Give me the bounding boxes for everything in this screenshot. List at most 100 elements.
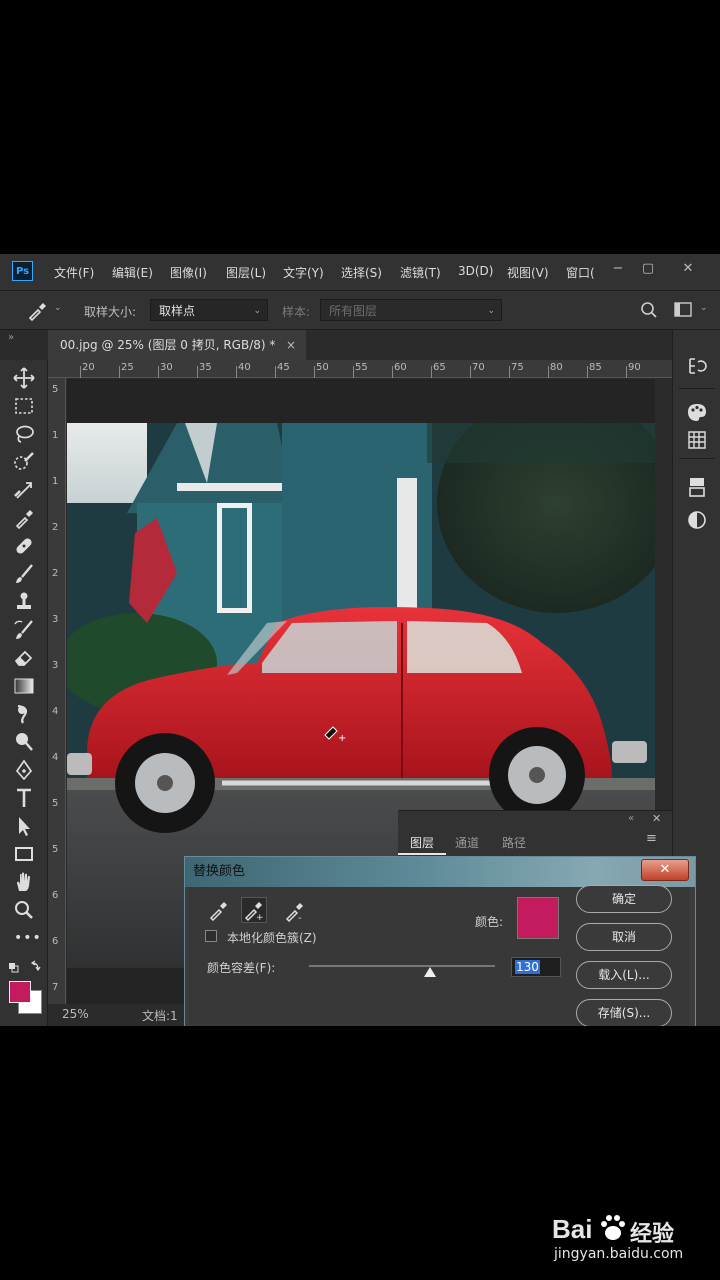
- menu-view[interactable]: 视图(V): [507, 264, 549, 281]
- search-icon[interactable]: [640, 301, 658, 319]
- ruler-tick-label: 1: [52, 476, 59, 487]
- dialog-close-button[interactable]: ✕: [641, 859, 689, 881]
- ruler-tick-label: 6: [52, 890, 59, 901]
- sample-label: 样本:: [282, 305, 311, 319]
- dodge-tool-icon[interactable]: [12, 730, 36, 754]
- lasso-tool-icon[interactable]: [12, 422, 36, 446]
- ruler-tick: [275, 366, 276, 378]
- options-bar: ⌄ 取样大小: 取样点 ⌄ 样本: 所有图层 ⌄ ⌄: [0, 290, 720, 330]
- horizontal-ruler: 20 25 30 35 40 45 50 55 60 65 70 75 80 85 90: [48, 360, 672, 378]
- save-button[interactable]: 存储(S)...: [576, 999, 672, 1026]
- ruler-tick: [353, 366, 354, 378]
- blur-tool-icon[interactable]: [12, 702, 36, 726]
- path-selection-tool-icon[interactable]: [12, 814, 36, 838]
- ruler-tick-label: 5: [52, 844, 59, 855]
- quick-selection-tool-icon[interactable]: [12, 450, 36, 474]
- more-tools-icon[interactable]: •••: [14, 930, 42, 946]
- history-panel-icon[interactable]: [687, 356, 707, 376]
- tab-paths[interactable]: 路径: [502, 834, 526, 851]
- zoom-tool-icon[interactable]: [12, 898, 36, 922]
- menu-file[interactable]: 文件(F): [54, 264, 94, 281]
- adjustments-panel-icon[interactable]: [687, 510, 707, 530]
- menu-window[interactable]: 窗口(: [566, 264, 595, 281]
- foreground-color-swatch[interactable]: [9, 981, 31, 1003]
- menu-edit[interactable]: 编辑(E): [112, 264, 153, 281]
- fuzziness-label: 颜色容差(F):: [207, 961, 276, 975]
- add-to-sample-button[interactable]: +: [241, 897, 267, 923]
- load-button[interactable]: 载入(L)...: [576, 961, 672, 989]
- healing-brush-tool-icon[interactable]: [12, 534, 36, 558]
- eraser-tool-icon[interactable]: [12, 646, 36, 670]
- ruler-tick-label: 75: [511, 362, 524, 373]
- sample-size-select[interactable]: 取样点 ⌄: [150, 299, 268, 321]
- ruler-tick-label: 40: [238, 362, 251, 373]
- dialog-title-bar[interactable]: 替换颜色 ✕: [185, 857, 695, 887]
- move-tool-icon[interactable]: [12, 366, 36, 390]
- ruler-tick-label: 70: [472, 362, 485, 373]
- eyedropper-icon[interactable]: [207, 899, 229, 921]
- fuzziness-slider-thumb[interactable]: [423, 967, 436, 977]
- minimize-button[interactable]: −: [606, 258, 630, 280]
- ruler-tick: [119, 366, 120, 378]
- ruler-tick-label: 45: [277, 362, 290, 373]
- dialog-body: + - 本地化颜色簇(Z) 颜色: 颜色容差(F): 130 确定 取消 载入(…: [189, 885, 689, 1026]
- document-tab-bar: » 00.jpg @ 25% (图层 0 拷贝, RGB/8) * × «: [0, 330, 720, 360]
- fuzziness-input[interactable]: 130: [511, 957, 561, 977]
- ruler-tick: [587, 366, 588, 378]
- color-panel-icon[interactable]: [687, 402, 707, 422]
- divider: [679, 388, 715, 389]
- ruler-tick: [626, 366, 627, 378]
- watermark-url: jingyan.baidu.com: [554, 1246, 684, 1262]
- swap-colors-icon[interactable]: [8, 960, 42, 974]
- workspace-icon[interactable]: [674, 302, 694, 318]
- photoshop-window: Ps 文件(F) 编辑(E) 图像(I) 图层(L) 文字(Y) 选择(S) 滤…: [0, 254, 720, 1026]
- document-tab-title: 00.jpg @ 25% (图层 0 拷贝, RGB/8) *: [60, 338, 276, 352]
- sample-color-swatch[interactable]: [517, 897, 559, 939]
- ruler-tick-label: 90: [628, 362, 641, 373]
- close-tab-icon[interactable]: ×: [286, 330, 296, 360]
- gradient-tool-icon[interactable]: [12, 674, 36, 698]
- rectangle-tool-icon[interactable]: [12, 842, 36, 866]
- menu-layer[interactable]: 图层(L): [226, 264, 266, 281]
- brush-tool-icon[interactable]: [12, 562, 36, 586]
- preset-dropdown-icon[interactable]: ⌄: [54, 303, 62, 313]
- document-tab[interactable]: 00.jpg @ 25% (图层 0 拷贝, RGB/8) * ×: [48, 330, 306, 360]
- marquee-tool-icon[interactable]: [12, 394, 36, 418]
- document-info: 文档:1: [142, 1009, 178, 1023]
- type-tool-icon[interactable]: [12, 786, 36, 810]
- close-window-button[interactable]: ✕: [676, 258, 700, 280]
- pen-tool-icon[interactable]: [12, 758, 36, 782]
- zoom-level[interactable]: 25%: [62, 1007, 89, 1021]
- menu-filter[interactable]: 滤镜(T): [400, 264, 441, 281]
- menu-type[interactable]: 文字(Y): [283, 264, 324, 281]
- panel-collapse-icon[interactable]: «: [628, 813, 634, 824]
- ruler-tick-label: 85: [589, 362, 602, 373]
- crop-tool-icon[interactable]: [12, 478, 36, 502]
- tab-layers[interactable]: 图层: [410, 834, 434, 851]
- panel-close-icon[interactable]: ✕: [652, 812, 661, 825]
- menu-image[interactable]: 图像(I): [170, 264, 207, 281]
- eyedropper-tool-preset-icon[interactable]: [26, 300, 48, 322]
- libraries-panel-icon[interactable]: [687, 476, 707, 498]
- menu-select[interactable]: 选择(S): [341, 264, 382, 281]
- cancel-button[interactable]: 取消: [576, 923, 672, 951]
- ruler-tick-label: 5: [52, 798, 59, 809]
- clone-stamp-tool-icon[interactable]: [12, 590, 36, 614]
- swatches-panel-icon[interactable]: [687, 430, 707, 450]
- ok-button[interactable]: 确定: [576, 885, 672, 913]
- menu-3d[interactable]: 3D(D): [458, 264, 493, 278]
- history-brush-tool-icon[interactable]: [12, 618, 36, 642]
- tab-channels[interactable]: 通道: [455, 834, 479, 851]
- eyedropper-tool-icon[interactable]: [12, 506, 36, 530]
- localized-clusters-checkbox[interactable]: [205, 930, 217, 942]
- ruler-tick: [158, 366, 159, 378]
- ruler-tick-label: 3: [52, 614, 59, 625]
- panel-menu-icon[interactable]: ≡: [646, 831, 657, 846]
- fuzziness-slider-track[interactable]: [309, 965, 495, 967]
- workspace-dropdown-icon[interactable]: ⌄: [700, 303, 708, 313]
- eyedropper-minus-icon[interactable]: -: [283, 899, 307, 923]
- hand-tool-icon[interactable]: [12, 870, 36, 894]
- ruler-tick-label: 25: [121, 362, 134, 373]
- maximize-button[interactable]: ▢: [636, 258, 660, 280]
- collapse-icon[interactable]: »: [8, 332, 14, 343]
